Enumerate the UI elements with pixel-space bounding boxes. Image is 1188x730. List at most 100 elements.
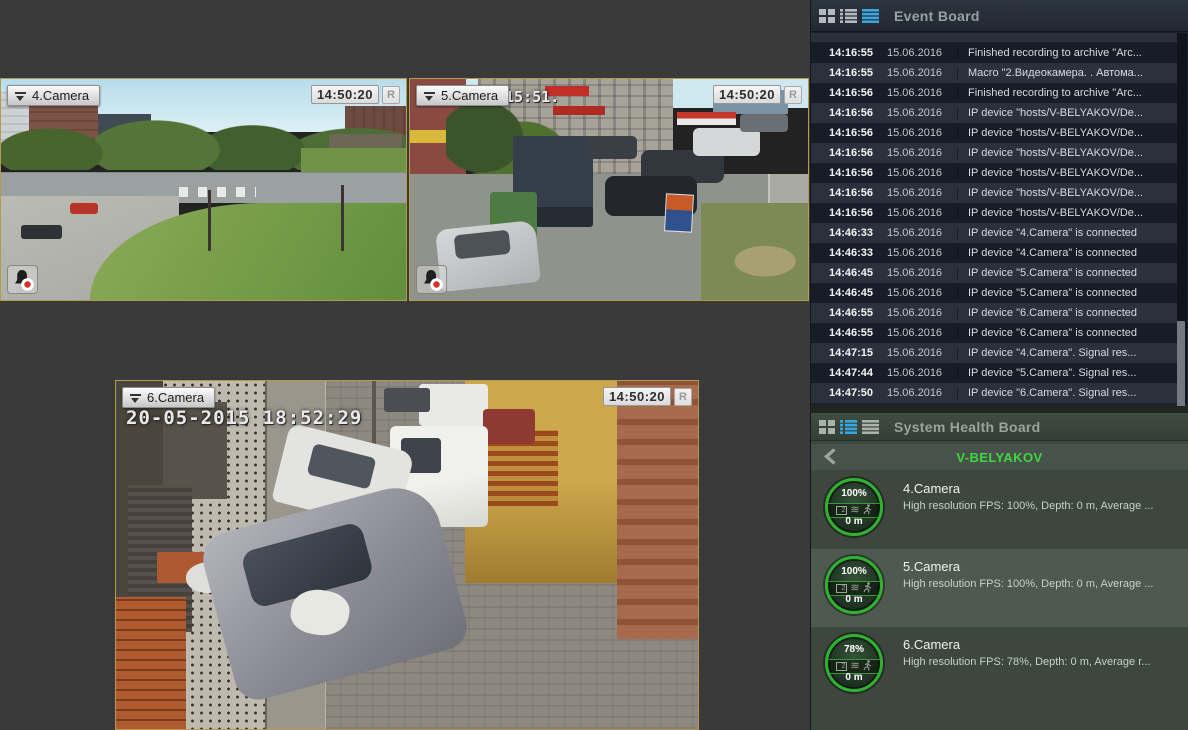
event-time: 14:16:56	[811, 207, 875, 219]
scene-grass	[701, 203, 808, 300]
event-row[interactable]: 14:16:56 15.06.2016 IP device "hosts/V-B…	[811, 203, 1177, 223]
event-row[interactable]: 14:16:55 15.06.2016 Finished recording t…	[811, 43, 1177, 63]
event-date: 15.06.2016	[875, 247, 953, 259]
event-time: 14:16:55	[811, 47, 875, 59]
alarm-bell-icon[interactable]	[7, 265, 38, 294]
event-message: IP device "5.Camera". Signal res...	[957, 367, 1177, 379]
frames-icon: 2	[836, 506, 847, 515]
event-board-header: Event Board	[811, 0, 1188, 32]
collapse-arrow-icon	[15, 91, 26, 101]
camera-video-5	[410, 79, 808, 300]
grid-view-icon[interactable]	[819, 420, 835, 434]
event-time: 14:16:56	[811, 187, 875, 199]
event-date: 15.06.2016	[875, 327, 953, 339]
event-board-title: Event Board	[894, 8, 980, 24]
event-row[interactable]: 14:16:56 15.06.2016 Finished recording t…	[811, 83, 1177, 103]
event-row[interactable]: 14:16:55 15.06.2016 Macro "2.Видеокамера…	[811, 63, 1177, 83]
event-row[interactable]: 14:46:45 15.06.2016 IP device "5.Camera"…	[811, 263, 1177, 283]
event-row[interactable]: 14:46:33 15.06.2016 IP device "4.Camera"…	[811, 223, 1177, 243]
archive-depth: 0 m	[828, 516, 880, 527]
grid-view-icon[interactable]	[819, 9, 835, 23]
health-camera-row[interactable]: 78% 2 ≋ 0 m 6.Camera High resolution FPS…	[811, 627, 1188, 705]
event-time: 14:47:15	[811, 347, 875, 359]
camera-name-label: 6.Camera	[147, 390, 204, 405]
camera-tile-4[interactable]: 4.Camera 14:50:20 R	[0, 78, 407, 301]
event-time: 14:46:45	[811, 267, 875, 279]
tile-clock: 14:50:20	[311, 85, 379, 104]
health-camera-name: 6.Camera	[903, 637, 1182, 652]
stream-waves-icon: ≋	[850, 583, 859, 594]
back-chevron-icon[interactable]	[823, 448, 837, 470]
event-date: 15.06.2016	[875, 387, 953, 399]
detailed-list-icon[interactable]	[862, 9, 879, 23]
detailed-list-icon[interactable]	[862, 420, 879, 434]
record-indicator-button[interactable]: R	[382, 86, 400, 104]
camera-name-label: 5.Camera	[441, 88, 498, 103]
camera-tile-5[interactable]: 5.Camera 14:50:20 R :15:51.	[409, 78, 809, 301]
camera-menu-button[interactable]: 4.Camera	[7, 85, 100, 106]
scrollbar-track[interactable]	[1177, 33, 1187, 403]
event-time: 14:46:45	[811, 287, 875, 299]
event-time: 14:46:33	[811, 227, 875, 239]
archive-depth: 0 m	[828, 672, 880, 683]
compact-list-icon[interactable]	[840, 9, 857, 23]
fps-percent: 78%	[828, 644, 880, 655]
event-row[interactable]: 14:46:45 15.06.2016 IP device "5.Camera"…	[811, 283, 1177, 303]
record-indicator-button[interactable]: R	[674, 388, 692, 406]
camera-health-gauge: 100% 2 ≋ 0 m	[825, 478, 883, 536]
event-time: 14:47:50	[811, 387, 875, 399]
scene-lamp-post	[208, 190, 211, 252]
archive-depth: 0 m	[828, 594, 880, 605]
event-time: 14:46:33	[811, 247, 875, 259]
event-row[interactable]: 14:16:56 15.06.2016 IP device "hosts/V-B…	[811, 123, 1177, 143]
event-board-panel: Event Board 14:16:55 15.06.2016 Finished…	[810, 0, 1188, 406]
event-message: IP device "hosts/V-BELYAKOV/De...	[957, 147, 1177, 159]
event-message: IP device "hosts/V-BELYAKOV/De...	[957, 127, 1177, 139]
health-camera-name: 5.Camera	[903, 559, 1182, 574]
event-message: Finished recording to archive "Arc...	[957, 47, 1177, 59]
health-camera-name: 4.Camera	[903, 481, 1182, 496]
event-time: 14:16:56	[811, 107, 875, 119]
event-row[interactable]: 14:47:44 15.06.2016 IP device "5.Camera"…	[811, 363, 1177, 383]
scene-building	[617, 381, 698, 639]
camera-menu-button[interactable]: 6.Camera	[122, 387, 215, 408]
stream-waves-icon: ≋	[850, 661, 859, 672]
scene-car	[435, 220, 540, 292]
health-board-title: System Health Board	[894, 419, 1041, 435]
event-date: 15.06.2016	[875, 47, 953, 59]
fps-percent: 100%	[828, 488, 880, 499]
event-row[interactable]: 14:16:56 15.06.2016 IP device "hosts/V-B…	[811, 143, 1177, 163]
health-camera-row[interactable]: 100% 2 ≋ 0 m 4.Camera High resolution FP…	[811, 471, 1188, 549]
event-message: IP device "5.Camera" is connected	[957, 287, 1177, 299]
event-time: 14:16:56	[811, 127, 875, 139]
record-indicator-button[interactable]: R	[784, 86, 802, 104]
event-message: IP device "4.Camera" is connected	[957, 227, 1177, 239]
camera-name-label: 4.Camera	[32, 88, 89, 103]
event-message: IP device "4.Camera". Signal res...	[957, 347, 1177, 359]
event-row-partial[interactable]	[811, 33, 1177, 42]
event-row[interactable]: 14:46:33 15.06.2016 IP device "4.Camera"…	[811, 243, 1177, 263]
event-date: 15.06.2016	[875, 147, 953, 159]
health-camera-description: High resolution FPS: 78%, Depth: 0 m, Av…	[903, 656, 1182, 668]
event-message: IP device "hosts/V-BELYAKOV/De...	[957, 107, 1177, 119]
event-row[interactable]: 14:46:55 15.06.2016 IP device "6.Camera"…	[811, 323, 1177, 343]
event-row[interactable]: 14:47:15 15.06.2016 IP device "4.Camera"…	[811, 343, 1177, 363]
scene-bricks	[116, 597, 186, 729]
collapse-arrow-icon	[130, 393, 141, 403]
event-row[interactable]: 14:16:56 15.06.2016 IP device "hosts/V-B…	[811, 103, 1177, 123]
frames-icon: 2	[836, 584, 847, 593]
alarm-bell-icon[interactable]	[416, 265, 447, 294]
event-message: IP device "hosts/V-BELYAKOV/De...	[957, 167, 1177, 179]
health-camera-row[interactable]: 100% 2 ≋ 0 m 5.Camera High resolution FP…	[811, 549, 1188, 627]
compact-list-icon[interactable]	[840, 420, 857, 434]
camera-menu-button[interactable]: 5.Camera	[416, 85, 509, 106]
event-row[interactable]: 14:16:56 15.06.2016 IP device "hosts/V-B…	[811, 183, 1177, 203]
event-row[interactable]: 14:46:55 15.06.2016 IP device "6.Camera"…	[811, 303, 1177, 323]
event-date: 15.06.2016	[875, 87, 953, 99]
health-board-header: System Health Board	[811, 413, 1188, 441]
scene-kiosk	[677, 112, 737, 125]
scene-grass	[301, 148, 406, 172]
event-row[interactable]: 14:16:56 15.06.2016 IP device "hosts/V-B…	[811, 163, 1177, 183]
camera-tile-6[interactable]: 6.Camera 14:50:20 R 20-05-2015 18:52:29	[115, 380, 699, 730]
event-row[interactable]: 14:47:50 15.06.2016 IP device "6.Camera"…	[811, 383, 1177, 403]
